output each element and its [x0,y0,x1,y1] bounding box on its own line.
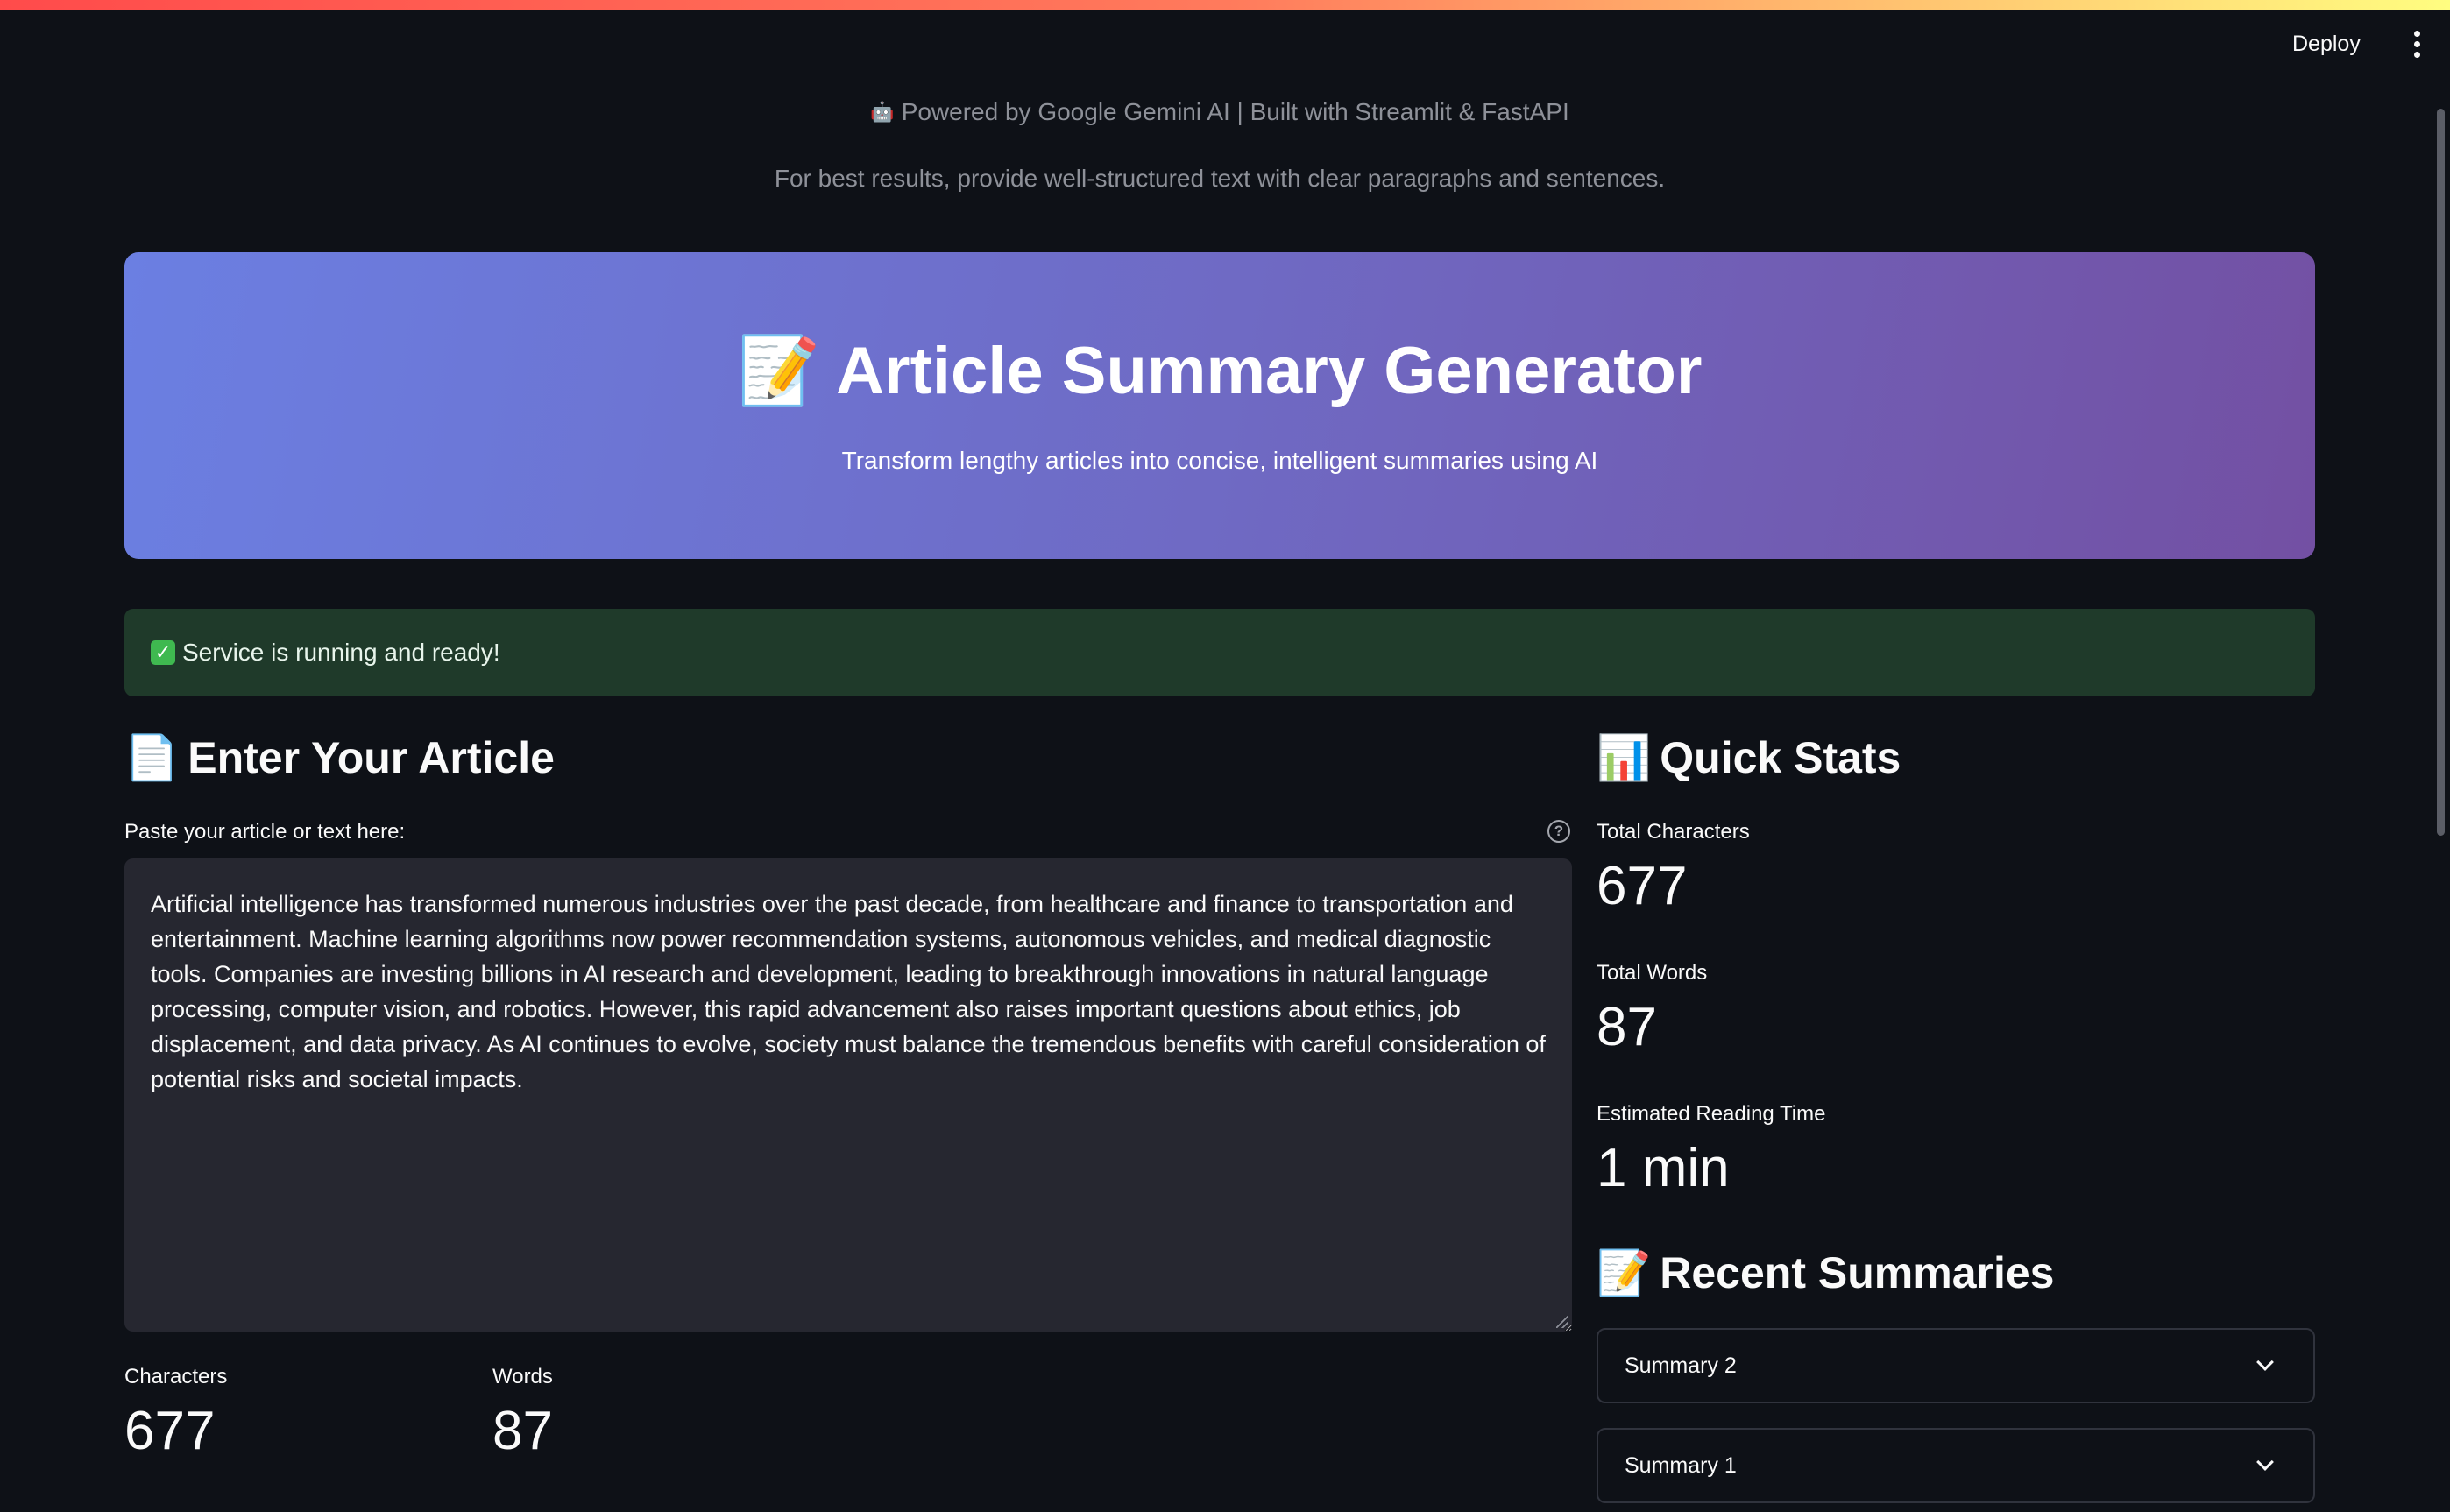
summary-expander[interactable]: Summary 2 [1597,1328,2315,1403]
best-results-hint: For best results, provide well-structure… [774,165,1666,192]
total-words-label: Total Words [1597,961,1708,985]
page-title-text: Article Summary Generator [836,334,1703,408]
chevron-down-icon [2256,1353,2274,1371]
article-section-heading: 📄 Enter Your Article [124,732,555,784]
powered-by-text: Powered by Google Gemini AI | Built with… [901,98,1569,125]
article-textarea[interactable]: Artificial intelligence has transformed … [124,858,1572,1332]
page-title: 📝 Article Summary Generator [124,333,2315,409]
summary-expander[interactable]: Summary 1 [1597,1428,2315,1503]
deploy-button[interactable]: Deploy [2292,26,2361,61]
more-vertical-icon[interactable] [2401,26,2432,61]
chevron-down-icon [2256,1453,2274,1471]
total-characters-label: Total Characters [1597,820,1750,844]
check-icon: ✓ [151,640,175,665]
words-metric-label: Words [492,1365,553,1388]
help-icon[interactable]: ? [1547,820,1570,843]
recent-summaries-heading-text: Recent Summaries [1660,1248,2055,1297]
quick-stats-heading: 📊 Quick Stats [1597,732,1901,784]
document-icon: 📄 [124,733,180,782]
status-text: Service is running and ready! [182,639,500,666]
bar-chart-icon: 📊 [1597,733,1652,782]
summary-expander-label: Summary 2 [1625,1353,1737,1378]
page-subtitle: Transform lengthy articles into concise,… [841,447,1598,474]
resize-handle[interactable] [1556,1316,1568,1328]
status-alert: ✓ Service is running and ready! [124,609,2315,696]
reading-time-label: Estimated Reading Time [1597,1102,1826,1126]
total-words-value: 87 [1597,997,1657,1057]
words-metric-value: 87 [492,1401,553,1461]
reading-time-value: 1 min [1597,1138,1730,1198]
memo-icon: 📝 [737,334,821,408]
page-scrollbar[interactable] [2437,109,2445,836]
robot-icon: 🤖 [870,101,895,123]
memo-icon: 📝 [1597,1248,1652,1297]
recent-summaries-heading: 📝 Recent Summaries [1597,1247,2054,1299]
article-field-label: Paste your article or text here: [124,820,406,844]
total-characters-value: 677 [1597,856,1688,916]
top-decoration-stripe [0,0,2450,10]
characters-metric-label: Characters [124,1365,228,1388]
powered-by-caption: 🤖 Powered by Google Gemini AI | Built wit… [0,98,2439,126]
characters-metric-value: 677 [124,1401,216,1461]
article-heading-text: Enter Your Article [188,733,555,782]
hero-banner: 📝 Article Summary Generator Transform len… [124,252,2315,559]
summary-expander-label: Summary 1 [1625,1452,1737,1478]
quick-stats-heading-text: Quick Stats [1660,733,1901,782]
